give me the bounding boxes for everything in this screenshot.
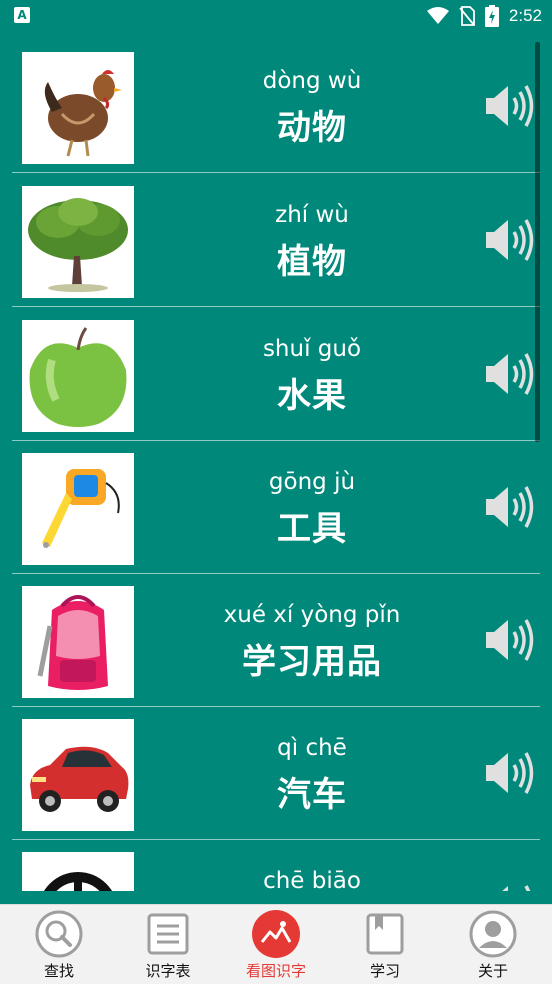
- car-image: [22, 719, 134, 831]
- item-hanzi: 工具: [277, 509, 347, 549]
- nav-item-word-list[interactable]: 识字表: [113, 905, 223, 984]
- item-pinyin: qì chē: [277, 735, 347, 761]
- tree-image: [22, 186, 134, 298]
- status-bar: A 2:52: [0, 0, 552, 32]
- item-pinyin: zhí wù: [275, 202, 349, 228]
- list-item[interactable]: xué xí yòng pǐn 学习用品: [12, 574, 540, 707]
- item-pinyin: gōng jù: [268, 469, 356, 495]
- scrollbar[interactable]: [535, 42, 540, 442]
- speaker-icon[interactable]: [482, 745, 538, 801]
- nav-label: 学习: [369, 962, 400, 980]
- nav-label: 识字表: [145, 962, 191, 980]
- book-icon: [361, 910, 409, 958]
- item-hanzi: 植物: [277, 242, 347, 282]
- item-hanzi: 学习用品: [242, 642, 382, 682]
- item-pinyin: xué xí yòng pǐn: [223, 602, 401, 628]
- app-notification-icon: A: [14, 7, 30, 23]
- list-item[interactable]: dòng wù 动物: [12, 40, 540, 173]
- category-list[interactable]: dòng wù 动物 zhí wù 植物 shuǐ guǒ 水果 gōng jù…: [0, 40, 540, 891]
- nav-item-about[interactable]: 关于: [438, 905, 548, 984]
- list-icon: [144, 910, 192, 958]
- status-indicators: 2:52: [426, 4, 542, 28]
- item-text: gōng jù 工具: [152, 441, 472, 574]
- item-text: qì chē 汽车: [152, 707, 472, 840]
- bottom-nav: 查找 识字表 看图识字 学习 关于: [0, 904, 552, 984]
- user-icon: [469, 910, 517, 958]
- list-item[interactable]: gōng jù 工具: [12, 441, 540, 574]
- item-text: dòng wù 动物: [152, 40, 472, 173]
- item-hanzi: 汽车: [277, 775, 347, 815]
- nav-item-search[interactable]: 查找: [4, 905, 114, 984]
- speaker-icon[interactable]: [482, 346, 538, 402]
- chicken-image: [22, 52, 134, 164]
- battery-charging-icon: [484, 5, 499, 27]
- apple-image: [22, 320, 134, 432]
- item-pinyin: chē biāo: [263, 868, 361, 891]
- no-sim-icon: [459, 6, 475, 26]
- list-item[interactable]: shuǐ guǒ 水果: [12, 308, 540, 441]
- item-hanzi: 水果: [277, 376, 347, 416]
- list-item[interactable]: zhí wù 植物: [12, 174, 540, 307]
- search-icon: [35, 910, 83, 958]
- nav-item-picture-learning[interactable]: 看图识字: [221, 905, 331, 984]
- list-item[interactable]: qì chē 汽车: [12, 707, 540, 840]
- item-text: xué xí yòng pǐn 学习用品: [152, 574, 472, 707]
- nav-label: 看图识字: [245, 962, 306, 980]
- item-pinyin: shuǐ guǒ: [262, 336, 362, 362]
- divider: [12, 172, 540, 173]
- nav-label: 关于: [477, 962, 508, 980]
- item-text: chē biāo: [152, 840, 472, 891]
- speaker-icon[interactable]: [482, 878, 538, 891]
- picture-icon: [252, 910, 300, 958]
- speaker-icon[interactable]: [482, 78, 538, 134]
- tape-measure-image: [22, 453, 134, 565]
- item-text: shuǐ guǒ 水果: [152, 308, 472, 441]
- speaker-icon[interactable]: [482, 612, 538, 668]
- nav-label: 查找: [43, 962, 74, 980]
- item-text: zhí wù 植物: [152, 174, 472, 307]
- backpack-image: [22, 586, 134, 698]
- wifi-icon: [426, 7, 449, 24]
- item-hanzi: 动物: [277, 108, 347, 148]
- nav-item-study[interactable]: 学习: [330, 905, 440, 984]
- status-time: 2:52: [508, 6, 542, 25]
- item-pinyin: dòng wù: [262, 68, 362, 94]
- divider: [12, 306, 540, 307]
- speaker-icon[interactable]: [482, 212, 538, 268]
- car-logo-image: [22, 852, 134, 891]
- list-item[interactable]: chē biāo: [12, 840, 540, 891]
- speaker-icon[interactable]: [482, 479, 538, 535]
